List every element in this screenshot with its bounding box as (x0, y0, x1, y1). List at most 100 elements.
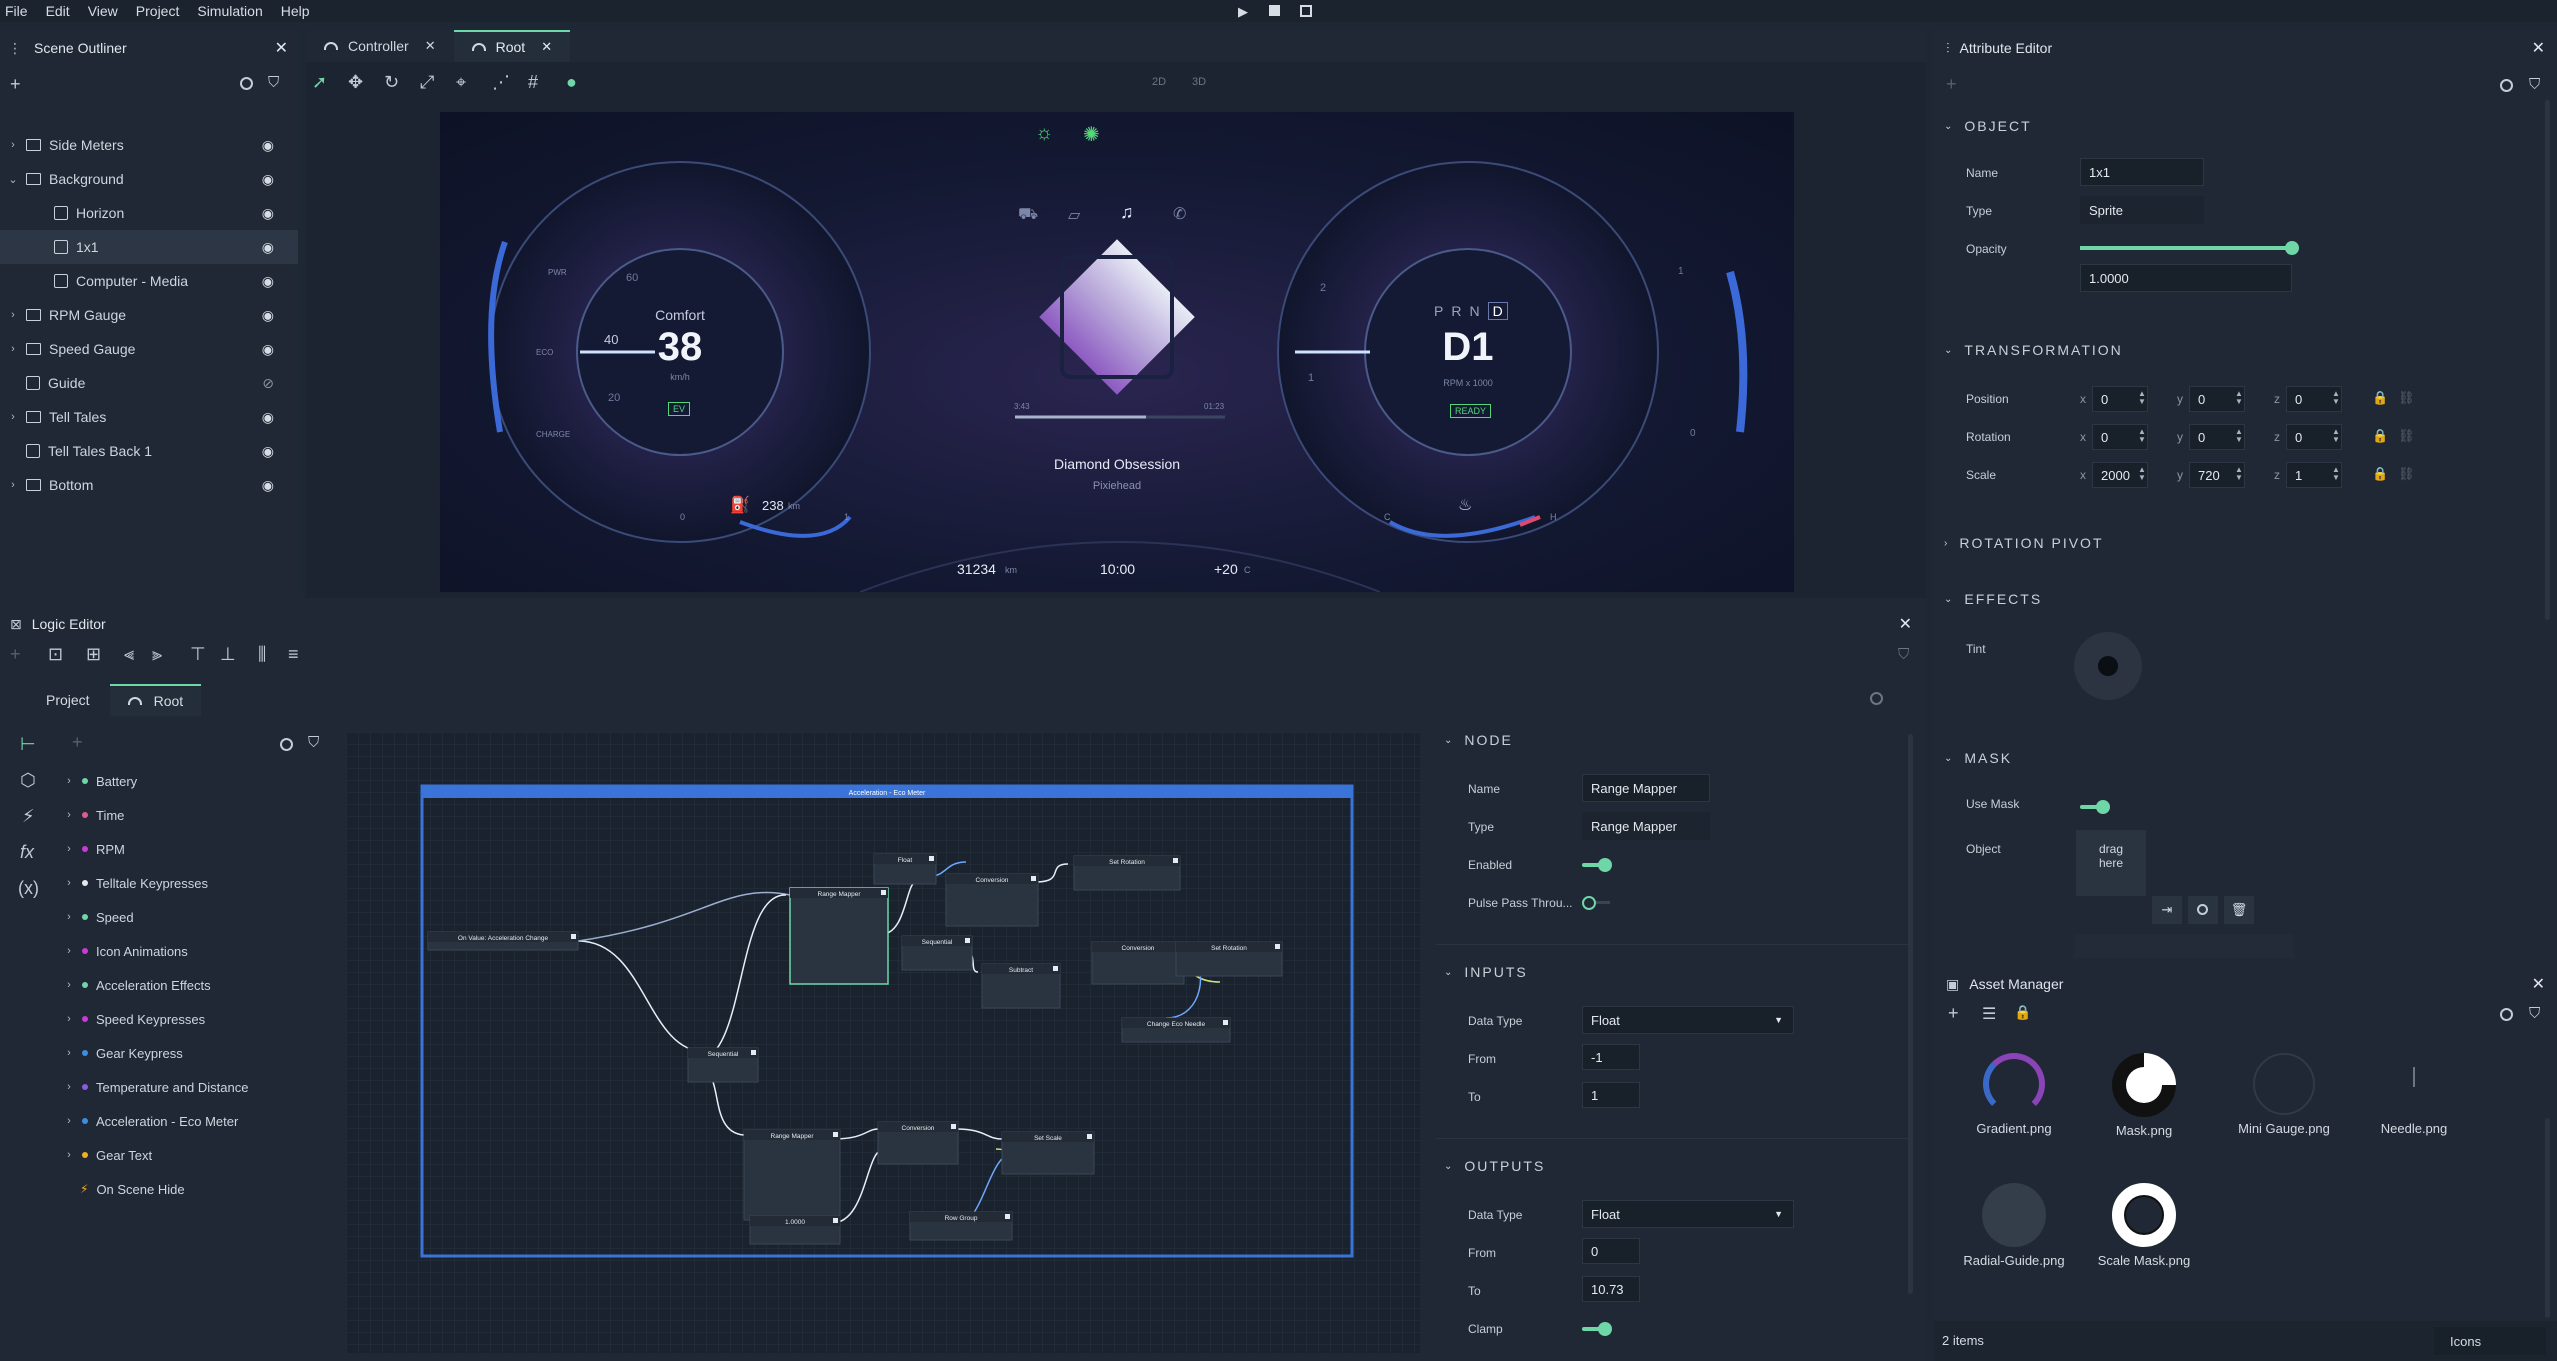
node-exec-pin[interactable] (1087, 1134, 1092, 1139)
outliner-item[interactable]: › Tell Tales ◉ (0, 400, 298, 434)
outliner-item[interactable]: ⌄ Background ◉ (0, 162, 298, 196)
add-node-icon[interactable]: ⊡ (48, 644, 63, 665)
node-exec-pin[interactable] (833, 1132, 838, 1137)
section-effects[interactable]: ⌄ EFFECTS (1944, 591, 2042, 607)
logic-tree-item[interactable]: › Temperature and Distance (58, 1070, 338, 1104)
lock-icon[interactable]: 🔒 (2372, 428, 2388, 444)
close-icon[interactable]: ✕ (275, 38, 288, 58)
outliner-item[interactable]: Guide ⊘ (0, 366, 298, 400)
graph-node[interactable] (789, 887, 889, 985)
logic-tree-item[interactable]: › Gear Text (58, 1138, 338, 1172)
filter-icon[interactable]: ⛉ (2529, 1005, 2540, 1022)
scrollbar[interactable] (2545, 1118, 2550, 1318)
node-exec-pin[interactable] (833, 1218, 838, 1223)
section-node[interactable]: ⌄ NODE (1444, 732, 1513, 748)
search-icon[interactable] (1870, 692, 1883, 705)
pin-icon[interactable]: ⌖ (456, 72, 466, 93)
logic-tree-item[interactable]: › Speed Keypresses (58, 1002, 338, 1036)
eye-off-icon[interactable]: ⊘ (262, 375, 274, 392)
close-icon[interactable]: ✕ (541, 39, 552, 55)
stepper-icon[interactable]: ▲ ▼ (2332, 466, 2340, 482)
align-left-icon[interactable]: ⫷ (124, 644, 134, 665)
align-bottom-icon[interactable]: ⊥ (220, 644, 236, 665)
asset-radial-guide[interactable]: Radial-Guide.png (1954, 1183, 2074, 1283)
eye-icon[interactable]: ◉ (262, 171, 274, 188)
stepper-icon[interactable]: ▲ ▼ (2332, 428, 2340, 444)
stop-icon[interactable] (1269, 5, 1280, 16)
tint-color-picker[interactable] (2074, 632, 2142, 700)
chevron-right-icon[interactable]: › (62, 1013, 76, 1025)
panel-grip-icon[interactable]: ⋮ (8, 40, 22, 57)
phone-icon[interactable]: ✆ (1173, 204, 1186, 224)
chevron-right-icon[interactable]: › (62, 877, 76, 889)
add-icon[interactable]: + (1946, 74, 1957, 95)
node-exec-pin[interactable] (1275, 944, 1280, 949)
graph-node[interactable] (743, 1129, 841, 1221)
lock-icon[interactable]: 🔒 (2372, 466, 2388, 482)
scrollbar[interactable] (2545, 100, 2550, 620)
chevron-right-icon[interactable]: › (62, 809, 76, 821)
rotate-icon[interactable]: ↻ (384, 72, 399, 93)
stepper-icon[interactable]: ▲ ▼ (2138, 390, 2146, 406)
lock-icon[interactable]: 🔒 (2372, 390, 2388, 406)
node-exec-pin[interactable] (965, 938, 970, 943)
chevron-right-icon[interactable]: › (62, 1149, 76, 1161)
eye-icon[interactable]: ◉ (262, 273, 274, 290)
eye-icon[interactable]: ◉ (262, 205, 274, 222)
chevron-right-icon[interactable]: › (62, 979, 76, 991)
eye-icon[interactable]: ◉ (262, 307, 274, 324)
link-icon[interactable]: ⛓ (2398, 390, 2415, 406)
stepper-icon[interactable]: ▲ ▼ (2235, 390, 2243, 406)
chevron-right-icon[interactable]: › (62, 1047, 76, 1059)
node-graph-canvas[interactable]: Acceleration - Eco Meter On Value: Accele… (346, 732, 1420, 1353)
filter-icon[interactable]: ⛉ (268, 74, 279, 91)
logic-tab-root[interactable]: Root (109, 684, 202, 716)
menu-project[interactable]: Project (136, 3, 180, 19)
tab-controller[interactable]: Controller ✕ (306, 30, 454, 62)
chevron-right-icon[interactable]: › (62, 843, 76, 855)
outliner-item[interactable]: › Bottom ◉ (0, 468, 298, 502)
in-from-field[interactable]: -1 (1582, 1044, 1640, 1070)
mode-2d-button[interactable]: 2D (1152, 76, 1166, 88)
pulse-pass-toggle[interactable] (1582, 896, 1612, 910)
chevron-right-icon[interactable]: › (62, 775, 76, 787)
filter-icon[interactable]: ⛉ (2529, 76, 2540, 93)
close-icon[interactable]: ✕ (2532, 974, 2545, 994)
use-mask-toggle[interactable] (2080, 800, 2110, 814)
logic-tree-item[interactable]: › Acceleration Effects (58, 968, 338, 1002)
close-icon[interactable]: ✕ (425, 38, 436, 54)
view-mode-select[interactable]: Icons (2434, 1327, 2546, 1355)
eye-icon[interactable]: ◉ (262, 477, 274, 494)
mask-pick-button[interactable]: ⇥ (2152, 896, 2182, 924)
opacity-slider[interactable] (2080, 241, 2299, 255)
filter-icon[interactable]: ⛉ (1898, 646, 1909, 663)
lightning-icon[interactable]: ⚡ (22, 806, 35, 827)
stepper-icon[interactable]: ▲ ▼ (2235, 466, 2243, 482)
save-icon[interactable] (1300, 5, 1312, 17)
section-mask[interactable]: ⌄ MASK (1944, 750, 2012, 766)
node-exec-pin[interactable] (881, 890, 886, 895)
function-icon[interactable]: fx (20, 842, 34, 863)
section-inputs[interactable]: ⌄ INPUTS (1444, 964, 1528, 980)
enabled-toggle[interactable] (1582, 858, 1612, 872)
chevron-right-icon[interactable]: › (6, 139, 20, 151)
align-top-icon[interactable]: ⊤ (190, 644, 206, 665)
section-object[interactable]: ⌄ OBJECT (1944, 118, 2032, 134)
node-exec-pin[interactable] (929, 856, 934, 861)
outliner-item[interactable]: › RPM Gauge ◉ (0, 298, 298, 332)
outliner-item[interactable]: › Speed Gauge ◉ (0, 332, 298, 366)
logic-tab-project[interactable]: Project (26, 684, 110, 716)
stepper-icon[interactable]: ▲ ▼ (2138, 466, 2146, 482)
section-rotation-pivot[interactable]: › ROTATION PIVOT (1944, 535, 2104, 551)
seat-icon[interactable]: ▱ (1068, 205, 1080, 225)
add-icon[interactable]: + (72, 732, 83, 753)
layout-grid-icon[interactable]: ⊞ (86, 644, 101, 665)
node-exec-pin[interactable] (1053, 966, 1058, 971)
play-icon[interactable]: ▶ (1238, 4, 1248, 20)
menu-file[interactable]: File (5, 3, 28, 19)
logic-tree-item[interactable]: › Acceleration - Eco Meter (58, 1104, 338, 1138)
logic-tree-item[interactable]: › Gear Keypress (58, 1036, 338, 1070)
marker-icon[interactable]: ● (566, 72, 577, 93)
logic-tree-item[interactable]: › Speed (58, 900, 338, 934)
scale-icon[interactable]: ⤢ (420, 72, 434, 93)
